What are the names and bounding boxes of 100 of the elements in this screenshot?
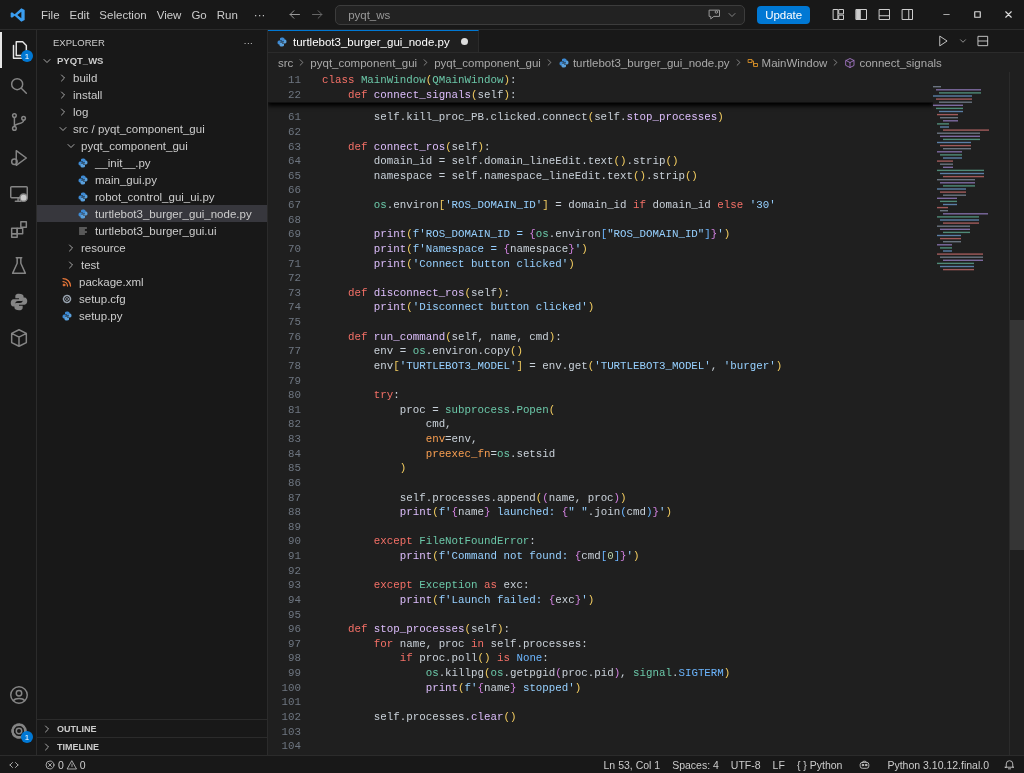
status-item[interactable]: UTF-8	[724, 758, 767, 771]
layout-icon[interactable]	[831, 7, 846, 22]
python-file-icon	[61, 309, 73, 322]
breadcrumb-item[interactable]: MainWindow	[761, 56, 828, 69]
line-number: 82	[287, 417, 301, 432]
more-button[interactable]: ···	[243, 36, 253, 48]
box-icon[interactable]	[8, 327, 30, 349]
copilot-icon[interactable]	[858, 758, 872, 771]
code-line: print('Disconnect button clicked')	[372, 300, 595, 315]
tree-item[interactable]: pyqt_component_gui	[81, 139, 188, 152]
badge: 1	[21, 50, 33, 62]
search-icon[interactable]	[8, 75, 30, 97]
run-debug-icon[interactable]	[8, 147, 30, 169]
extensions-icon[interactable]	[8, 219, 30, 241]
section-header[interactable]: OUTLINE	[57, 723, 97, 734]
tree-item[interactable]: src / pyqt_component_gui	[73, 122, 205, 135]
tree-item[interactable]: build	[73, 71, 98, 84]
chevron-down-icon[interactable]	[958, 36, 968, 46]
workspace-title[interactable]: PYQT_WS	[57, 55, 104, 66]
breadcrumb-item[interactable]: pyqt_component_gui	[310, 56, 418, 69]
python-icon[interactable]	[8, 291, 30, 313]
status-item[interactable]: { } Python	[790, 758, 849, 771]
code-line: print(f'ROS_DOMAIN_ID = {os.environ["ROS_DOMAIN_ID"]}')	[372, 227, 731, 242]
status-item[interactable]: Spaces: 4	[666, 758, 725, 771]
line-number: 80	[287, 388, 301, 403]
tree-item[interactable]: test	[81, 258, 100, 271]
error-icon	[44, 758, 56, 771]
forward-icon[interactable]	[310, 7, 326, 22]
line-number: 71	[287, 256, 301, 272]
interpreter-status[interactable]: Python 3.10.12.final.0	[881, 758, 995, 771]
warning-count[interactable]: 0	[79, 758, 86, 771]
breadcrumb-item[interactable]: turtlebot3_burger_gui_node.py	[572, 56, 730, 69]
code-line: self.processes.append((name, proc))	[398, 490, 627, 506]
line-number: 63	[287, 139, 301, 155]
maximize-icon[interactable]	[972, 9, 983, 20]
update-button[interactable]: Update	[757, 5, 811, 24]
line-number: 67	[287, 198, 301, 213]
tree-item[interactable]: resource	[81, 241, 126, 254]
account-icon[interactable]	[8, 684, 30, 706]
code-line: preexec_fn=os.setsid	[424, 446, 556, 462]
tree-item[interactable]: install	[73, 88, 103, 101]
tree-item[interactable]: __init__.py	[95, 156, 151, 169]
tree-item[interactable]: setup.cfg	[79, 292, 126, 305]
menu-item[interactable]: Selection	[94, 6, 152, 23]
more-menu[interactable]: ···	[248, 6, 271, 23]
line-number: 81	[287, 402, 301, 418]
status-item[interactable]: LF	[766, 758, 791, 771]
rss-icon	[61, 275, 73, 288]
badge: 1	[21, 731, 33, 743]
line-number: 92	[287, 563, 301, 579]
menu-item[interactable]: View	[151, 6, 187, 23]
line-number: 89	[287, 519, 301, 535]
panel-title: EXPLORER	[53, 36, 106, 48]
search-field[interactable]: pyqt_ws	[335, 4, 746, 25]
gear-icon	[61, 292, 73, 305]
breadcrumb-item[interactable]: src	[278, 56, 294, 69]
close-icon[interactable]	[1003, 9, 1014, 20]
breadcrumb-item[interactable]: pyqt_component_gui	[434, 56, 541, 69]
menu-item[interactable]: Run	[211, 6, 243, 23]
status-item[interactable]: Ln 53, Col 1	[597, 758, 667, 771]
section-header[interactable]: TIMELINE	[57, 741, 99, 752]
line-number: 69	[287, 227, 301, 242]
menu-item[interactable]: Go	[186, 6, 212, 23]
line-number: 77	[287, 344, 301, 359]
bell-icon[interactable]	[1003, 758, 1016, 771]
back-icon[interactable]	[287, 7, 303, 22]
line-number: 93	[287, 578, 301, 593]
line-number: 68	[287, 212, 301, 228]
line-number: 64	[287, 154, 301, 169]
run-icon[interactable]	[936, 34, 950, 48]
code-line: print('Connect button clicked')	[372, 256, 575, 272]
error-count[interactable]: 0	[58, 758, 64, 771]
editor-tab[interactable]: turtlebot3_burger_gui_node.py	[268, 30, 479, 52]
sidebar-toggle-icon[interactable]	[854, 7, 869, 22]
vscode-logo-icon	[10, 6, 26, 23]
remote-explorer-icon[interactable]	[8, 183, 30, 205]
code-line: except Exception as exc:	[372, 578, 530, 593]
line-number: 100	[280, 680, 301, 696]
tree-item[interactable]: robot_control_gui_ui.py	[95, 190, 215, 203]
code-line: print(f'Command not found: {cmd[0]}')	[398, 549, 640, 564]
lines-icon	[77, 224, 89, 237]
breadcrumb-item[interactable]: connect_signals	[859, 56, 942, 69]
code-line: print(f'Launch failed: {exc}')	[398, 592, 595, 608]
code-line: def connect_signals(self):	[346, 87, 517, 103]
tree-item[interactable]: setup.py	[79, 309, 123, 322]
code-line: namespace = self.namespace_lineEdit.text().strip()	[372, 168, 698, 184]
tree-item[interactable]: package.xml	[79, 275, 144, 288]
secondary-sidebar-icon[interactable]	[900, 7, 915, 22]
line-number: 95	[287, 607, 301, 623]
line-number: 104	[280, 739, 301, 754]
settings-icon[interactable]	[8, 720, 30, 742]
line-number: 75	[287, 315, 301, 330]
menu-item[interactable]: File	[36, 6, 65, 23]
python-file-icon	[77, 173, 89, 186]
split-editor-icon[interactable]	[976, 34, 990, 48]
menu-item[interactable]: Edit	[64, 6, 95, 23]
panel-toggle-icon[interactable]	[877, 7, 892, 22]
tree-item[interactable]: turtlebot3_burger_gui.ui	[95, 224, 217, 237]
tree-item[interactable]: log	[73, 105, 89, 118]
tree-item[interactable]: main_gui.py	[95, 173, 157, 186]
